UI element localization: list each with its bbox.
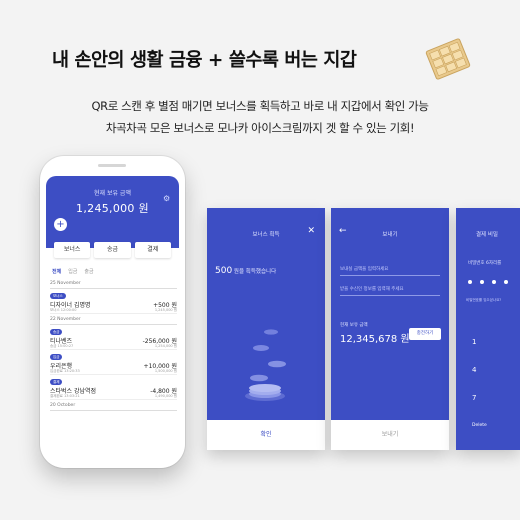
pin-dot [468,280,472,284]
balance-label: 현재 보유 금액 [340,323,368,328]
headline: 내 손안의 생활 금융 + 쓸수록 버는 지갑 [52,50,357,71]
amount-input[interactable]: 보내실 금액을 입력하세요 [340,266,440,276]
transaction-balance: 1,245,000 원 [154,308,177,312]
date-header: 20 October [50,400,177,411]
action-buttons: 보너스 송금 결제 [54,242,171,258]
phone-speaker [98,164,126,167]
pin-label: 비밀번호 6자리를 [468,261,502,266]
charge-button[interactable]: 충전하기 [409,328,441,340]
keypad: 1 4 7 Delete [472,338,520,430]
transaction-time: 보너스 12:00:00 [50,308,77,312]
pin-dots [468,280,508,284]
date-header: 22 November [50,314,177,325]
status-badge: 입금 [50,354,63,360]
transaction-balance: 1,254,000 원 [154,344,177,348]
pin-hint: 비밀번호를 잊으셨나요? [466,298,502,302]
coins-illustration [245,329,286,401]
transfer-button[interactable]: 송금 [94,242,131,258]
gear-icon[interactable]: ⚙ [163,194,170,203]
tab-all[interactable]: 전체 [52,268,61,275]
status-badge: 결제 [50,379,63,385]
history-tabs: 전체 입금 출금 [52,268,94,275]
transaction-list: 25 November 보너스 디자이너 김명명 보너스 12:00:00 +5… [50,278,177,411]
transaction-balance: 1,500,000 원 [154,369,177,373]
key-8[interactable] [502,394,520,402]
send-button[interactable]: 보내기 [331,420,449,450]
payment-pin-screen: 결제 비밀 비밀번호 6자리를 비밀번호를 잊으셨나요? 1 4 7 Delet… [456,208,520,450]
screen-title: 결제 비밀 [476,232,498,238]
subtitle-line-1: QR로 스캔 후 별점 매기면 보너스를 획득하고 바로 내 지갑에서 확인 가… [91,99,429,113]
table-row[interactable]: 결제 스타벅스 강남역점 결제완료 13:03:21 -4,800 원 1,49… [50,375,177,400]
date-header: 25 November [50,278,177,289]
table-row[interactable]: 보너스 디자이너 김명명 보너스 12:00:00 +500 원 1,245,0… [50,289,177,314]
key-7[interactable]: 7 [472,394,502,402]
send-screen: ← 보내기 보내실 금액을 입력하세요 받을 수신인 정보를 입력해 주세요 현… [331,208,449,450]
key-4[interactable]: 4 [472,366,502,374]
table-row[interactable]: 송금 티나벤즈 송금 15:00:27 -256,000 원 1,254,000… [50,325,177,350]
table-row[interactable]: 입금 우리은행 입금완료 13:20:33 +10,000 원 1,500,00… [50,350,177,375]
pin-dot [504,280,508,284]
bonus-message: 500 원을 획득했습니다 [215,258,276,277]
add-icon[interactable]: + [54,218,67,231]
bonus-screen: 보너스 획득 ✕ 500 원을 획득했습니다 확인 [207,208,325,450]
delete-key[interactable]: Delete [472,422,502,430]
balance-amount: 12,345,678 원 [340,334,410,345]
bonus-text: 원을 획득했습니다 [232,269,277,275]
payment-button[interactable]: 결제 [134,242,171,258]
transaction-balance: 1,490,000 원 [154,394,177,398]
tab-withdraw[interactable]: 출금 [84,268,93,275]
transaction-time: 입금완료 13:20:33 [50,369,80,373]
transaction-time: 송금 15:00:27 [50,344,74,348]
bonus-amount: 500 [215,266,233,276]
monaka-icon [425,38,471,80]
subtitle-line-2: 차곡차곡 모은 보너스로 모나카 아이스크림까지 겟 할 수 있는 기회! [105,121,415,135]
pin-dot [480,280,484,284]
key-0[interactable] [502,422,520,430]
transaction-time: 결제완료 13:03:21 [50,394,80,398]
confirm-button[interactable]: 확인 [207,420,325,450]
phone-mockup: 현재 보유 금액 1,245,000 원 + ⚙ 보너스 송금 결제 전체 입금… [40,156,185,468]
status-badge: 보너스 [50,293,66,299]
tab-deposit[interactable]: 입금 [68,268,77,275]
close-icon[interactable]: ✕ [307,226,315,236]
recipient-input[interactable]: 받을 수신인 정보를 입력해 주세요 [340,286,440,296]
status-badge: 송금 [50,329,63,335]
pin-dot [492,280,496,284]
key-2[interactable] [502,338,520,346]
key-1[interactable]: 1 [472,338,502,346]
bonus-button[interactable]: 보너스 [54,242,91,258]
key-5[interactable] [502,366,520,374]
screen-title: 보내기 [382,232,398,238]
